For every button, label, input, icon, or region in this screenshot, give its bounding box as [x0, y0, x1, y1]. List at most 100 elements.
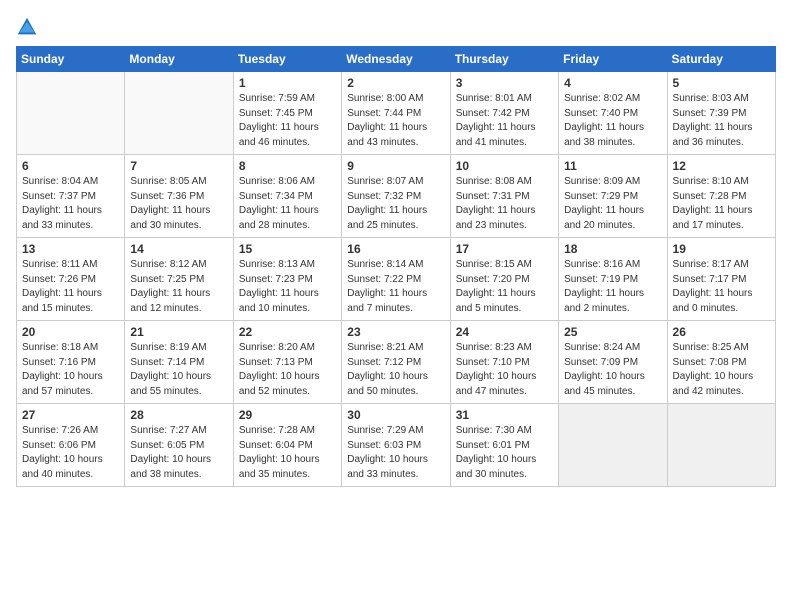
day-number: 28	[130, 408, 227, 422]
calendar-cell: 5 Sunrise: 8:03 AMSunset: 7:39 PMDaylight…	[667, 72, 775, 155]
calendar-table: SundayMondayTuesdayWednesdayThursdayFrid…	[16, 46, 776, 487]
weekday-header-tuesday: Tuesday	[233, 47, 341, 72]
day-number: 11	[564, 159, 661, 173]
calendar-cell: 19 Sunrise: 8:17 AMSunset: 7:17 PMDayligh…	[667, 238, 775, 321]
calendar-cell: 29Sunrise: 7:28 AMSunset: 6:04 PMDayligh…	[233, 404, 341, 487]
day-info: Sunrise: 8:02 AMSunset: 7:40 PMDaylight:…	[564, 92, 661, 150]
day-info: Sunrise: 8:24 AMSunset: 7:09 PMDaylight:…	[564, 341, 661, 399]
calendar-cell: 22 Sunrise: 8:20 AMSunset: 7:13 PMDayligh…	[233, 321, 341, 404]
day-info: Sunrise: 8:03 AMSunset: 7:39 PMDaylight:…	[673, 92, 770, 150]
calendar-cell: 25 Sunrise: 8:24 AMSunset: 7:09 PMDayligh…	[559, 321, 667, 404]
day-info: Sunrise: 8:17 AMSunset: 7:17 PMDaylight:…	[673, 258, 770, 316]
calendar-cell: 16 Sunrise: 8:14 AMSunset: 7:22 PMDayligh…	[342, 238, 450, 321]
day-number: 7	[130, 159, 227, 173]
calendar-cell	[17, 72, 125, 155]
calendar-cell: 14Sunrise: 8:12 AMSunset: 7:25 PMDayligh…	[125, 238, 233, 321]
day-number: 29	[239, 408, 336, 422]
calendar-cell	[667, 404, 775, 487]
weekday-header-friday: Friday	[559, 47, 667, 72]
day-number: 1	[239, 76, 336, 90]
day-info: Sunrise: 8:15 AMSunset: 7:20 PMDaylight:…	[456, 258, 553, 316]
calendar-cell: 18 Sunrise: 8:16 AMSunset: 7:19 PMDayligh…	[559, 238, 667, 321]
day-number: 27	[22, 408, 119, 422]
calendar-cell: 1 Sunrise: 7:59 AMSunset: 7:45 PMDaylight…	[233, 72, 341, 155]
day-number: 10	[456, 159, 553, 173]
day-info: Sunrise: 7:27 AMSunset: 6:05 PMDaylight:…	[130, 424, 227, 482]
day-info: Sunrise: 7:26 AMSunset: 6:06 PMDaylight:…	[22, 424, 119, 482]
day-number: 13	[22, 242, 119, 256]
day-number: 31	[456, 408, 553, 422]
weekday-header-monday: Monday	[125, 47, 233, 72]
day-number: 21	[130, 325, 227, 339]
page-header	[16, 16, 776, 38]
weekday-header-wednesday: Wednesday	[342, 47, 450, 72]
calendar-cell: 20Sunrise: 8:18 AMSunset: 7:16 PMDayligh…	[17, 321, 125, 404]
calendar-week-5: 27 Sunrise: 7:26 AMSunset: 6:06 PMDayligh…	[17, 404, 776, 487]
day-number: 12	[673, 159, 770, 173]
day-number: 22	[239, 325, 336, 339]
day-info: Sunrise: 8:18 AMSunset: 7:16 PMDaylight:…	[22, 341, 119, 399]
calendar-cell: 26 Sunrise: 8:25 AMSunset: 7:08 PMDayligh…	[667, 321, 775, 404]
calendar-week-4: 20Sunrise: 8:18 AMSunset: 7:16 PMDayligh…	[17, 321, 776, 404]
day-info: Sunrise: 8:23 AMSunset: 7:10 PMDaylight:…	[456, 341, 553, 399]
day-info: Sunrise: 8:11 AMSunset: 7:26 PMDaylight:…	[22, 258, 119, 316]
calendar-cell: 28 Sunrise: 7:27 AMSunset: 6:05 PMDayligh…	[125, 404, 233, 487]
calendar-cell: 30 Sunrise: 7:29 AMSunset: 6:03 PMDayligh…	[342, 404, 450, 487]
day-number: 2	[347, 76, 444, 90]
day-number: 30	[347, 408, 444, 422]
day-info: Sunrise: 8:08 AMSunset: 7:31 PMDaylight:…	[456, 175, 553, 233]
calendar-cell: 13 Sunrise: 8:11 AMSunset: 7:26 PMDayligh…	[17, 238, 125, 321]
day-number: 18	[564, 242, 661, 256]
day-info: Sunrise: 8:20 AMSunset: 7:13 PMDaylight:…	[239, 341, 336, 399]
calendar-cell: 9Sunrise: 8:07 AMSunset: 7:32 PMDaylight…	[342, 155, 450, 238]
calendar-cell: 17 Sunrise: 8:15 AMSunset: 7:20 PMDayligh…	[450, 238, 558, 321]
calendar-week-2: 6Sunrise: 8:04 AMSunset: 7:37 PMDaylight…	[17, 155, 776, 238]
weekday-header-row: SundayMondayTuesdayWednesdayThursdayFrid…	[17, 47, 776, 72]
day-number: 17	[456, 242, 553, 256]
day-number: 24	[456, 325, 553, 339]
day-number: 25	[564, 325, 661, 339]
day-number: 3	[456, 76, 553, 90]
calendar-cell: 10 Sunrise: 8:08 AMSunset: 7:31 PMDayligh…	[450, 155, 558, 238]
day-info: Sunrise: 8:25 AMSunset: 7:08 PMDaylight:…	[673, 341, 770, 399]
day-number: 8	[239, 159, 336, 173]
calendar-cell: 12 Sunrise: 8:10 AMSunset: 7:28 PMDayligh…	[667, 155, 775, 238]
day-info: Sunrise: 8:16 AMSunset: 7:19 PMDaylight:…	[564, 258, 661, 316]
day-number: 5	[673, 76, 770, 90]
day-info: Sunrise: 8:12 AMSunset: 7:25 PMDaylight:…	[130, 258, 227, 316]
calendar-cell: 31 Sunrise: 7:30 AMSunset: 6:01 PMDayligh…	[450, 404, 558, 487]
day-number: 19	[673, 242, 770, 256]
day-info: Sunrise: 8:14 AMSunset: 7:22 PMDaylight:…	[347, 258, 444, 316]
calendar-cell: 3 Sunrise: 8:01 AMSunset: 7:42 PMDaylight…	[450, 72, 558, 155]
day-info: Sunrise: 8:04 AMSunset: 7:37 PMDaylight:…	[22, 175, 119, 233]
calendar-cell: 2Sunrise: 8:00 AMSunset: 7:44 PMDaylight…	[342, 72, 450, 155]
weekday-header-sunday: Sunday	[17, 47, 125, 72]
calendar-cell: 15Sunrise: 8:13 AMSunset: 7:23 PMDayligh…	[233, 238, 341, 321]
day-info: Sunrise: 8:01 AMSunset: 7:42 PMDaylight:…	[456, 92, 553, 150]
weekday-header-saturday: Saturday	[667, 47, 775, 72]
calendar-cell: 27 Sunrise: 7:26 AMSunset: 6:06 PMDayligh…	[17, 404, 125, 487]
calendar-cell	[559, 404, 667, 487]
day-number: 16	[347, 242, 444, 256]
day-info: Sunrise: 8:10 AMSunset: 7:28 PMDaylight:…	[673, 175, 770, 233]
day-info: Sunrise: 7:30 AMSunset: 6:01 PMDaylight:…	[456, 424, 553, 482]
calendar-cell: 4Sunrise: 8:02 AMSunset: 7:40 PMDaylight…	[559, 72, 667, 155]
calendar-cell: 21 Sunrise: 8:19 AMSunset: 7:14 PMDayligh…	[125, 321, 233, 404]
day-number: 15	[239, 242, 336, 256]
day-number: 26	[673, 325, 770, 339]
calendar-week-3: 13 Sunrise: 8:11 AMSunset: 7:26 PMDayligh…	[17, 238, 776, 321]
calendar-cell: 11 Sunrise: 8:09 AMSunset: 7:29 PMDayligh…	[559, 155, 667, 238]
day-info: Sunrise: 7:29 AMSunset: 6:03 PMDaylight:…	[347, 424, 444, 482]
day-info: Sunrise: 8:19 AMSunset: 7:14 PMDaylight:…	[130, 341, 227, 399]
calendar-cell: 6Sunrise: 8:04 AMSunset: 7:37 PMDaylight…	[17, 155, 125, 238]
day-number: 9	[347, 159, 444, 173]
calendar-cell	[125, 72, 233, 155]
day-info: Sunrise: 7:59 AMSunset: 7:45 PMDaylight:…	[239, 92, 336, 150]
day-number: 23	[347, 325, 444, 339]
day-info: Sunrise: 8:05 AMSunset: 7:36 PMDaylight:…	[130, 175, 227, 233]
day-info: Sunrise: 8:09 AMSunset: 7:29 PMDaylight:…	[564, 175, 661, 233]
calendar-cell: 24 Sunrise: 8:23 AMSunset: 7:10 PMDayligh…	[450, 321, 558, 404]
calendar-week-1: 1 Sunrise: 7:59 AMSunset: 7:45 PMDaylight…	[17, 72, 776, 155]
calendar-cell: 7 Sunrise: 8:05 AMSunset: 7:36 PMDaylight…	[125, 155, 233, 238]
logo	[16, 16, 40, 38]
